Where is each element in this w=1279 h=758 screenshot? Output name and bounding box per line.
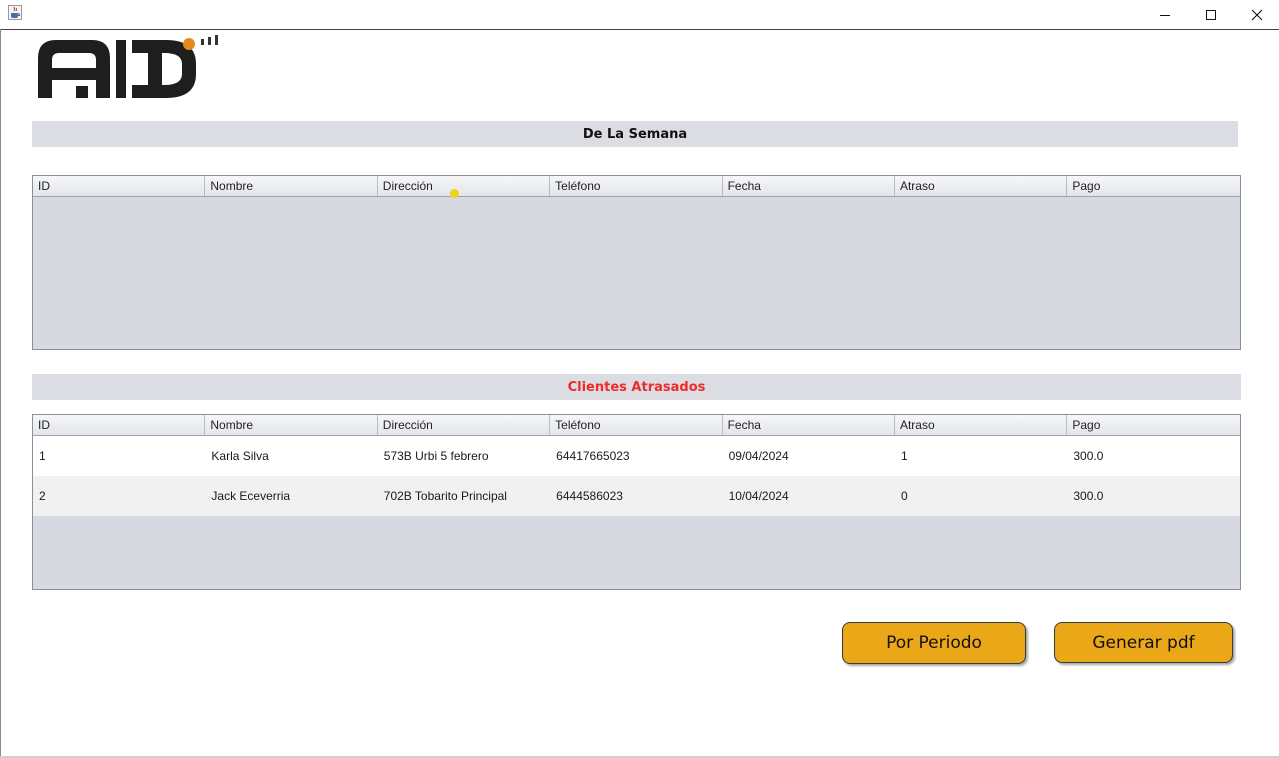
- cell-telefono[interactable]: 64417665023: [550, 436, 722, 476]
- col-header-fecha[interactable]: Fecha: [723, 176, 895, 196]
- close-button[interactable]: [1234, 0, 1279, 29]
- maximize-icon: [1206, 9, 1216, 20]
- col-header-pago[interactable]: Pago: [1067, 415, 1239, 435]
- company-logo: [38, 35, 218, 98]
- overdue-section-title: Clientes Atrasados: [32, 374, 1241, 400]
- col-header-nombre[interactable]: Nombre: [205, 176, 378, 196]
- table-row[interactable]: 1 Karla Silva 573B Urbi 5 febrero 644176…: [33, 436, 1240, 476]
- cell-fecha[interactable]: 10/04/2024: [723, 476, 895, 516]
- java-cup-icon: [8, 5, 22, 20]
- col-header-telefono[interactable]: Teléfono: [550, 415, 723, 435]
- maximize-button[interactable]: [1188, 0, 1234, 29]
- overdue-table[interactable]: ID Nombre Dirección Teléfono Fecha Atras…: [32, 414, 1241, 590]
- cell-id[interactable]: 1: [33, 436, 205, 476]
- cell-atraso[interactable]: 0: [895, 476, 1067, 516]
- cell-nombre[interactable]: Karla Silva: [205, 436, 377, 476]
- por-periodo-button[interactable]: Por Periodo: [842, 622, 1026, 664]
- window-titlebar: [0, 0, 1279, 29]
- week-section-title: De La Semana: [32, 121, 1238, 147]
- window-frame-top: [0, 29, 1279, 30]
- col-header-id[interactable]: ID: [33, 176, 206, 196]
- col-header-telefono[interactable]: Teléfono: [550, 176, 723, 196]
- cell-pago[interactable]: 300.0: [1067, 436, 1239, 476]
- close-icon: [1251, 9, 1263, 20]
- col-header-fecha[interactable]: Fecha: [723, 415, 895, 435]
- col-header-id[interactable]: ID: [33, 415, 206, 435]
- cell-nombre[interactable]: Jack Eceverria: [205, 476, 377, 516]
- mouse-cursor-indicator: [450, 189, 459, 198]
- cell-atraso[interactable]: 1: [895, 436, 1067, 476]
- minimize-button[interactable]: [1142, 0, 1188, 29]
- week-table[interactable]: ID Nombre Dirección Teléfono Fecha Atras…: [32, 175, 1241, 350]
- cell-id[interactable]: 2: [33, 476, 205, 516]
- col-header-atraso[interactable]: Atraso: [895, 415, 1068, 435]
- cell-telefono[interactable]: 6444586023: [550, 476, 722, 516]
- overdue-table-body: 1 Karla Silva 573B Urbi 5 febrero 644176…: [33, 436, 1240, 516]
- minimize-icon: [1160, 14, 1170, 16]
- col-header-atraso[interactable]: Atraso: [895, 176, 1068, 196]
- col-header-nombre[interactable]: Nombre: [205, 415, 378, 435]
- week-table-header: ID Nombre Dirección Teléfono Fecha Atras…: [33, 176, 1240, 197]
- cell-direccion[interactable]: 702B Tobarito Principal: [378, 476, 550, 516]
- cell-fecha[interactable]: 09/04/2024: [723, 436, 895, 476]
- col-header-pago[interactable]: Pago: [1067, 176, 1239, 196]
- generar-pdf-button[interactable]: Generar pdf: [1054, 622, 1233, 663]
- cell-pago[interactable]: 300.0: [1067, 476, 1239, 516]
- cell-direccion[interactable]: 573B Urbi 5 febrero: [378, 436, 550, 476]
- col-header-direccion[interactable]: Dirección: [378, 176, 551, 196]
- col-header-direccion[interactable]: Dirección: [378, 415, 551, 435]
- table-row[interactable]: 2 Jack Eceverria 702B Tobarito Principal…: [33, 476, 1240, 516]
- overdue-table-header: ID Nombre Dirección Teléfono Fecha Atras…: [33, 415, 1240, 436]
- window-frame-left: [0, 29, 1, 758]
